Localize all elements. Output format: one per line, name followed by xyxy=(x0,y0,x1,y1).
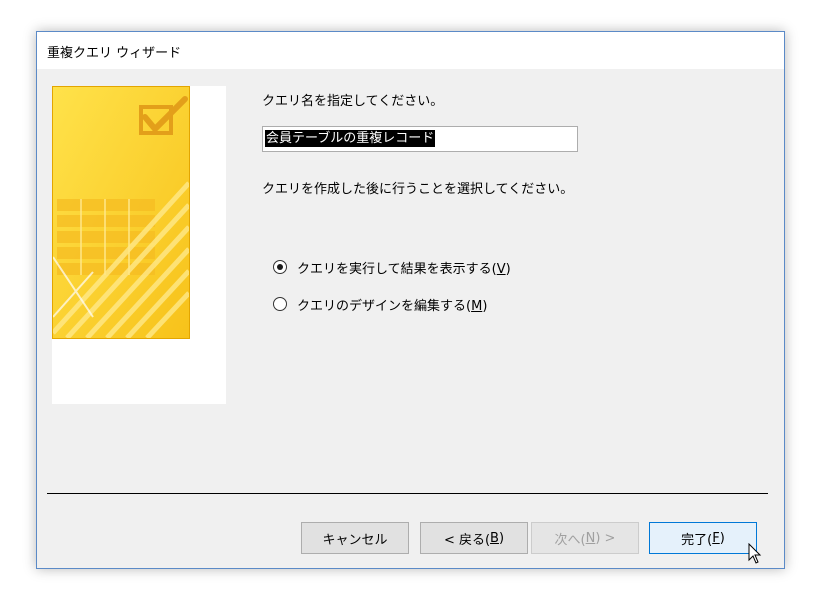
query-name-input[interactable]: 会員テーブルの重複レコード xyxy=(262,126,578,152)
query-name-value: 会員テーブルの重複レコード xyxy=(265,130,436,147)
title-bar: 重複クエリ ウィザード xyxy=(37,32,784,69)
next-button-suffix: ) > xyxy=(595,530,616,546)
option-edit-design-mnemonic: M xyxy=(471,298,483,314)
next-button[interactable]: 次へ(N) > xyxy=(531,522,639,554)
radio-run-query[interactable] xyxy=(273,260,287,274)
wizard-graphic-icon xyxy=(52,86,190,339)
finish-button-prefix: 完了( xyxy=(681,532,713,548)
window-title: 重複クエリ ウィザード xyxy=(47,46,182,61)
option-run-query-label: クエリを実行して結果を表示する xyxy=(297,261,492,277)
finish-button[interactable]: 完了(F) xyxy=(649,522,757,554)
cancel-button-label: キャンセル xyxy=(322,532,388,548)
footer-separator xyxy=(47,493,768,494)
radio-edit-design[interactable] xyxy=(273,297,287,311)
finish-button-mnemonic: F xyxy=(712,530,720,546)
query-name-prompt: クエリ名を指定してください。 xyxy=(262,94,444,109)
wizard-dialog: 重複クエリ ウィザード クエリ名を指定してください。 会員テーブルの重複レコード… xyxy=(36,31,785,569)
cancel-button[interactable]: キャンセル xyxy=(301,522,409,554)
back-button-suffix: ) xyxy=(498,530,505,546)
back-button[interactable]: < 戻る(B) xyxy=(420,522,528,554)
option-edit-design-label: クエリのデザインを編集する xyxy=(297,298,467,314)
option-run-query-mnemonic: V xyxy=(496,261,506,277)
option-run-query[interactable]: クエリを実行して結果を表示する(V) xyxy=(273,257,511,277)
next-button-mnemonic: N xyxy=(585,530,596,546)
finish-button-suffix: ) xyxy=(719,530,725,546)
wizard-art-panel xyxy=(52,86,226,404)
action-prompt: クエリを作成した後に行うことを選択してください。 xyxy=(262,182,574,197)
mouse-pointer-icon xyxy=(748,542,762,569)
option-edit-design[interactable]: クエリのデザインを編集する(M) xyxy=(273,294,487,314)
back-button-mnemonic: B xyxy=(490,530,499,546)
next-button-prefix: 次へ( xyxy=(554,532,586,548)
back-button-prefix: < 戻る( xyxy=(443,532,491,548)
